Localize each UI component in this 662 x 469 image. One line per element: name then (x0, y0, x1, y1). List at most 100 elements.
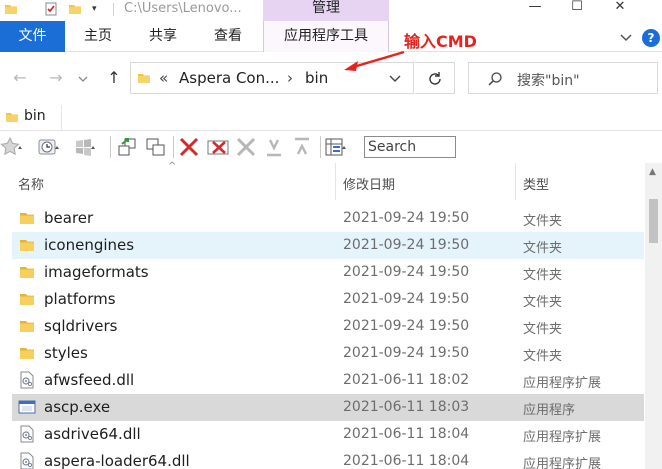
scroll-up-icon[interactable]: ▲ (649, 167, 656, 177)
file-date: 2021-06-11 18:03 (343, 399, 470, 415)
column-divider[interactable] (335, 163, 336, 200)
clear-icon[interactable] (234, 136, 258, 158)
file-date: 2021-06-11 18:04 (343, 453, 470, 469)
toolbar-divider (110, 136, 111, 158)
tab-share[interactable]: 共享 (138, 21, 188, 52)
file-type: 应用程序 (523, 403, 576, 418)
folder-icon (138, 74, 150, 83)
file-name: afwsfeed.dll (44, 371, 135, 389)
file-row[interactable]: bearer 2021-09-24 19:50 文件夹 (12, 205, 644, 232)
search-input[interactable]: 搜索"bin" (468, 62, 658, 94)
properties-icon[interactable] (44, 2, 58, 16)
column-type[interactable]: 类型 (523, 174, 549, 193)
sort-indicator-icon: ^ (168, 161, 177, 172)
tab-view[interactable]: 查看 (203, 21, 253, 52)
vertical-scrollbar[interactable]: ▲ (645, 163, 662, 469)
window-title: C:\Users\Lenovo... (124, 1, 242, 16)
column-divider[interactable] (515, 163, 516, 200)
dll-icon (18, 371, 36, 389)
scrollbar-thumb[interactable] (649, 199, 658, 243)
forward-button[interactable]: → (46, 68, 66, 88)
view-options-icon[interactable] (324, 136, 348, 158)
column-name[interactable]: 名称 (18, 174, 44, 193)
folder-tab-label: bin (24, 108, 46, 124)
tab-manage[interactable]: 管理 (263, 0, 389, 21)
history-icon[interactable] (37, 136, 61, 158)
exe-icon (18, 398, 36, 416)
delete-icon[interactable] (177, 136, 201, 158)
overflow-chevron[interactable]: « (159, 69, 168, 87)
file-date: 2021-09-24 19:50 (343, 345, 470, 361)
file-name: aspera-loader64.dll (44, 452, 190, 469)
column-date[interactable]: 修改日期 (343, 174, 395, 193)
copy-to-icon[interactable] (144, 136, 168, 158)
file-date: 2021-09-24 19:50 (343, 237, 470, 253)
customize-quick-access-icon[interactable]: ▾ (92, 2, 106, 16)
search-placeholder: 搜索"bin" (517, 73, 580, 89)
folder-icon (18, 209, 36, 227)
file-row[interactable]: afwsfeed.dll 2021-06-11 18:02 应用程序扩展 (12, 367, 644, 394)
file-row[interactable]: styles 2021-09-24 19:50 文件夹 (12, 340, 644, 367)
toolbar-search-input[interactable]: Search (364, 136, 456, 158)
folder-tab-bin[interactable]: bin (0, 105, 62, 130)
new-folder-icon[interactable] (68, 2, 82, 16)
toolbar-divider (173, 136, 174, 158)
favorites-star-icon[interactable] (0, 136, 24, 158)
file-row[interactable]: platforms 2021-09-24 19:50 文件夹 (12, 286, 644, 313)
file-date: 2021-09-24 19:50 (343, 318, 470, 334)
file-row[interactable]: imageformats 2021-09-24 19:50 文件夹 (12, 259, 644, 286)
annotation-arrow-icon (344, 50, 405, 71)
column-header: ^ 名称 修改日期 类型 (0, 161, 645, 200)
title-bar: ▾ C:\Users\Lenovo... 管理 — ☐ ✕ (0, 0, 662, 21)
delete-permanently-icon[interactable] (206, 136, 230, 158)
file-row[interactable]: aspera-loader64.dll 2021-06-11 18:04 应用程序扩… (12, 448, 644, 469)
redo-icon[interactable] (290, 136, 314, 158)
breadcrumb-bin[interactable]: bin (305, 69, 328, 87)
annotation-text: 输入CMD (404, 32, 477, 51)
file-type: 文件夹 (523, 295, 563, 310)
file-type: 应用程序扩展 (523, 457, 602, 469)
file-row[interactable]: ascp.exe 2021-06-11 18:03 应用程序 (12, 394, 644, 421)
windows-flag-icon[interactable] (73, 136, 97, 158)
breadcrumb-aspera[interactable]: Aspera Con... (179, 69, 279, 87)
undo-icon[interactable] (262, 136, 286, 158)
file-name: styles (44, 344, 88, 362)
file-row[interactable]: asdrive64.dll 2021-06-11 18:04 应用程序扩展 (12, 421, 644, 448)
dll-icon (18, 452, 36, 469)
file-date: 2021-09-24 19:50 (343, 264, 470, 280)
help-button[interactable]: ? (642, 29, 660, 47)
tab-file[interactable]: 文件 (0, 21, 65, 52)
file-row[interactable]: sqldrivers 2021-09-24 19:50 文件夹 (12, 313, 644, 340)
folder-icon[interactable] (4, 2, 18, 16)
file-type: 文件夹 (523, 322, 563, 337)
file-type: 文件夹 (523, 268, 563, 283)
file-name: imageformats (44, 263, 149, 281)
minimize-button[interactable]: — (525, 0, 545, 18)
toolbar-divider (320, 136, 321, 158)
back-button[interactable]: ← (10, 68, 30, 88)
maximize-button[interactable]: ☐ (567, 0, 587, 18)
file-date: 2021-09-24 19:50 (343, 210, 470, 226)
dll-icon (18, 425, 36, 443)
file-name: platforms (44, 290, 116, 308)
move-to-icon[interactable] (116, 136, 140, 158)
file-date: 2021-06-11 18:04 (343, 426, 470, 442)
file-type: 应用程序扩展 (523, 376, 602, 391)
toolbar: Search (0, 131, 662, 163)
close-button[interactable]: ✕ (610, 0, 630, 18)
breadcrumb-separator[interactable]: › (287, 69, 293, 87)
folder-icon (18, 236, 36, 254)
search-icon (488, 72, 502, 86)
chevron-down-icon[interactable] (618, 29, 634, 45)
file-row[interactable]: iconengines 2021-09-24 19:50 文件夹 (12, 232, 644, 259)
up-button[interactable]: ↑ (104, 68, 124, 88)
folder-icon (6, 113, 18, 122)
file-type: 应用程序扩展 (523, 430, 602, 445)
folder-icon (18, 344, 36, 362)
recent-dropdown-icon[interactable] (78, 74, 88, 84)
refresh-button[interactable] (415, 62, 455, 94)
file-type: 文件夹 (523, 214, 563, 229)
file-name: bearer (44, 209, 94, 227)
folder-icon (18, 263, 36, 281)
tab-home[interactable]: 主页 (73, 21, 123, 52)
